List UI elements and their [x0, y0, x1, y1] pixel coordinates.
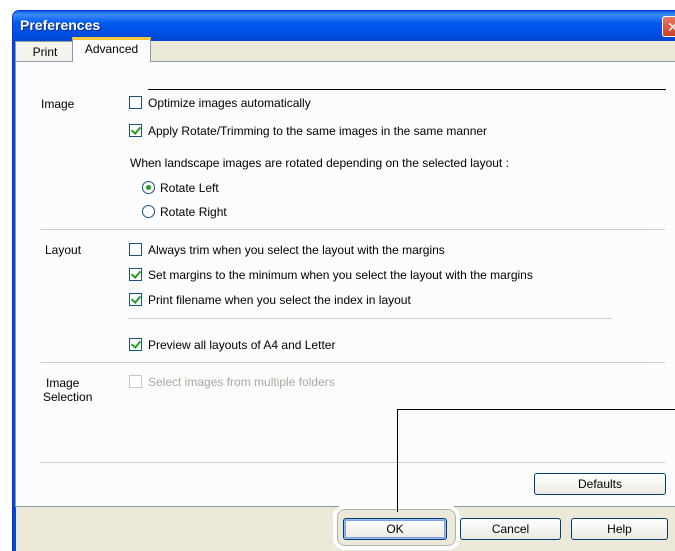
- rotate-left-radio[interactable]: [142, 181, 155, 194]
- print-filename-label: Print filename when you select the index…: [148, 293, 411, 307]
- preview-layouts-checkbox[interactable]: [129, 338, 142, 351]
- set-margins-label: Set margins to the minimum when you sele…: [148, 268, 533, 282]
- always-trim-checkbox[interactable]: [129, 243, 142, 256]
- section-label-image-selection-2: Selection: [43, 390, 93, 404]
- set-margins-checkbox[interactable]: [129, 268, 142, 281]
- callout-line-optimize: [148, 89, 666, 90]
- print-filename-checkbox[interactable]: [129, 293, 142, 306]
- multiple-folders-label: Select images from multiple folders: [148, 375, 335, 389]
- cancel-button[interactable]: Cancel: [460, 518, 561, 540]
- multiple-folders-checkbox[interactable]: [129, 375, 142, 388]
- apply-rotate-checkbox[interactable]: [129, 124, 142, 137]
- apply-rotate-label: Apply Rotate/Trimming to the same images…: [148, 124, 488, 138]
- preview-layouts-label: Preview all layouts of A4 and Letter: [148, 338, 336, 352]
- optimize-images-label: Optimize images automatically: [148, 96, 311, 110]
- close-icon[interactable]: ✕: [662, 16, 675, 37]
- optimize-images-checkbox[interactable]: [129, 96, 142, 109]
- always-trim-label: Always trim when you select the layout w…: [148, 243, 445, 257]
- rotate-right-label: Rotate Right: [160, 205, 227, 219]
- rotate-right-radio[interactable]: [142, 205, 155, 218]
- section-divider: [40, 229, 665, 230]
- tab-print[interactable]: Print: [15, 41, 75, 61]
- section-divider: [40, 462, 665, 463]
- section-divider: [40, 362, 665, 363]
- defaults-button[interactable]: Defaults: [534, 473, 666, 495]
- callout-line-ok-horizontal: [397, 409, 675, 410]
- layout-divider: [128, 318, 612, 319]
- tab-advanced[interactable]: Advanced: [72, 37, 151, 62]
- callout-line-ok-vertical: [397, 409, 398, 512]
- section-label-image: Image: [41, 97, 75, 111]
- section-label-layout: Layout: [45, 243, 82, 257]
- section-label-image-selection-1: Image: [46, 376, 80, 390]
- help-button[interactable]: Help: [571, 518, 668, 540]
- rotate-left-label: Rotate Left: [160, 181, 219, 195]
- window-title: Preferences: [20, 17, 101, 33]
- ok-button[interactable]: OK: [343, 518, 447, 540]
- rotation-note: When landscape images are rotated depend…: [130, 156, 509, 170]
